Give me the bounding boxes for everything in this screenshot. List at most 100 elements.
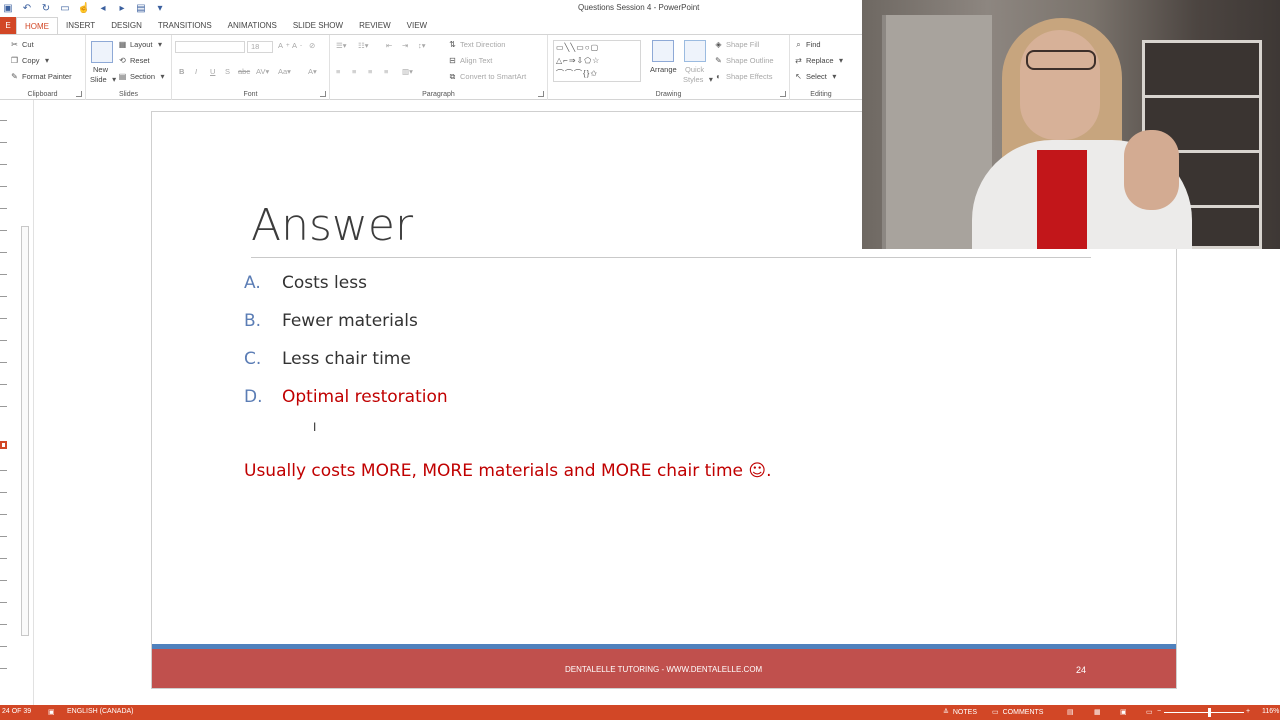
language-indicator[interactable]: ENGLISH (CANADA) <box>67 708 134 715</box>
decrease-indent-icon[interactable]: ⇤ <box>386 41 392 50</box>
thumbnail[interactable] <box>0 536 7 537</box>
thumbnail[interactable] <box>0 514 7 515</box>
answer-option-c[interactable]: C. Less chair time <box>244 349 411 369</box>
justify-icon[interactable]: ≡ <box>384 67 388 76</box>
notes-button[interactable]: ≙ NOTES <box>943 708 977 717</box>
align-center-icon[interactable]: ≡ <box>352 67 356 76</box>
answer-option-b[interactable]: B. Fewer materials <box>244 311 418 331</box>
quick-styles-icon[interactable] <box>684 40 706 62</box>
tab-transitions[interactable]: TRANSITIONS <box>150 17 220 34</box>
font-name-dropdown[interactable] <box>175 41 245 53</box>
tab-review[interactable]: REVIEW <box>351 17 399 34</box>
thumbnail[interactable] <box>0 580 7 581</box>
change-case-icon[interactable]: Aa▾ <box>278 67 291 76</box>
quick-styles-label-2[interactable]: Styles ▾ <box>683 75 715 84</box>
thumbnail[interactable] <box>0 646 7 647</box>
thumbnail[interactable] <box>0 230 7 231</box>
increase-indent-icon[interactable]: ⇥ <box>402 41 408 50</box>
thumbnail[interactable] <box>0 558 7 559</box>
footer-text[interactable]: DENTALELLE TUTORING - WWW.DENTALELLE.COM <box>565 665 762 674</box>
zoom-level[interactable]: 116% <box>1262 708 1279 715</box>
align-text-button[interactable]: ⊟ Align Text <box>448 56 492 65</box>
shrink-font-icon[interactable]: A- <box>292 41 302 50</box>
thumbnail[interactable] <box>0 208 7 209</box>
section-button[interactable]: ▤ Section ▾ <box>118 72 167 81</box>
align-left-icon[interactable]: ≡ <box>336 67 340 76</box>
format-painter-button[interactable]: ✎ Format Painter <box>10 72 71 81</box>
answer-option-d[interactable]: D. Optimal restoration <box>244 387 448 407</box>
tab-animations[interactable]: ANIMATIONS <box>220 17 285 34</box>
thumbnail[interactable] <box>0 318 7 319</box>
slide-sorter-icon[interactable]: ▦ <box>1094 708 1101 716</box>
thumbnail[interactable] <box>0 624 7 625</box>
new-slide-icon[interactable] <box>91 41 113 63</box>
grow-font-icon[interactable]: A + <box>278 41 290 50</box>
clear-formatting-icon[interactable]: ⊘ <box>309 41 315 50</box>
italic-icon[interactable]: I <box>195 67 197 76</box>
customize-qat-icon[interactable]: ▾ <box>154 3 166 15</box>
thumbnail[interactable] <box>0 164 7 165</box>
shape-fill-button[interactable]: ◈ Shape Fill <box>714 40 759 49</box>
new-slide-label-2[interactable]: Slide ▾ <box>90 75 119 84</box>
undo-icon[interactable]: ↶ <box>21 3 33 15</box>
thumbnail[interactable] <box>0 362 7 363</box>
layout-button[interactable]: ▦ Layout ▾ <box>118 40 165 49</box>
new-slide-label-1[interactable]: New <box>93 65 108 74</box>
slide-title[interactable]: Answer <box>251 200 413 251</box>
thumbnail[interactable] <box>0 142 7 143</box>
thumbnail-scrollbar[interactable] <box>21 226 29 636</box>
tab-view[interactable]: VIEW <box>399 17 435 34</box>
thumbnail[interactable] <box>0 120 7 121</box>
arrange-button[interactable]: Arrange <box>650 65 677 74</box>
bullets-icon[interactable]: ☰▾ <box>336 41 347 50</box>
tab-insert[interactable]: INSERT <box>58 17 103 34</box>
tab-file[interactable]: E <box>0 17 16 34</box>
text-direction-button[interactable]: ⇅ Text Direction <box>448 40 505 49</box>
answer-option-a[interactable]: A. Costs less <box>244 273 367 293</box>
arrange-icon[interactable] <box>652 40 674 62</box>
thumbnail[interactable] <box>0 668 7 669</box>
tab-slide-show[interactable]: SLIDE SHOW <box>285 17 351 34</box>
explanation-note[interactable]: Usually costs MORE, MORE materials and M… <box>244 461 772 481</box>
select-button[interactable]: ↖ Select ▾ <box>794 72 839 81</box>
slide-number[interactable]: 24 <box>1076 665 1086 675</box>
slideshow-view-icon[interactable]: ▭ <box>1146 708 1153 716</box>
zoom-in-icon[interactable]: + <box>1246 708 1250 715</box>
thumbnail[interactable] <box>0 384 7 385</box>
shadow-icon[interactable]: S <box>225 67 230 76</box>
thumbnail[interactable] <box>0 602 7 603</box>
touch-mode-icon[interactable]: ☝ <box>78 3 90 15</box>
line-spacing-icon[interactable]: ↕▾ <box>418 41 426 50</box>
record-icon[interactable]: ▸ <box>116 3 128 15</box>
thumbnail[interactable] <box>0 340 7 341</box>
thumbnail[interactable] <box>0 186 7 187</box>
spell-check-icon[interactable]: ▣ <box>48 708 55 716</box>
find-button[interactable]: ⌕ Find <box>794 40 820 49</box>
save-icon[interactable]: ▣ <box>2 3 14 15</box>
reset-button[interactable]: ⟲ Reset <box>118 56 149 65</box>
numbering-icon[interactable]: ☷▾ <box>358 41 369 50</box>
cut-button[interactable]: ✂ Cut <box>10 40 34 49</box>
tab-design[interactable]: DESIGN <box>103 17 150 34</box>
thumbnail[interactable] <box>0 274 7 275</box>
strikethrough-icon[interactable]: abc <box>238 67 250 76</box>
font-color-icon[interactable]: A▾ <box>308 67 317 76</box>
convert-smartart-button[interactable]: ⧉ Convert to SmartArt <box>448 72 527 81</box>
audio-icon[interactable]: ◂ <box>97 3 109 15</box>
shape-outline-button[interactable]: ✎ Shape Outline <box>714 56 773 65</box>
normal-view-icon[interactable]: ▤ <box>1067 708 1074 716</box>
thumbnail[interactable] <box>0 296 7 297</box>
start-from-beginning-icon[interactable]: ▭ <box>59 3 71 15</box>
tab-home[interactable]: HOME <box>16 17 58 34</box>
shapes-gallery[interactable]: ▭╲╲▭○▢ △⌐⇒⇩⬠☆ ⌒⌒⌒{}✩ <box>553 40 641 82</box>
thumbnail[interactable] <box>0 470 7 471</box>
underline-icon[interactable]: U <box>210 67 215 76</box>
font-launcher-icon[interactable] <box>320 91 326 97</box>
zoom-slider-thumb[interactable] <box>1208 708 1211 717</box>
char-spacing-icon[interactable]: AV▾ <box>256 67 269 76</box>
copy-button[interactable]: ❐ Copy ▾ <box>10 56 52 65</box>
zoom-out-icon[interactable]: − <box>1157 708 1161 715</box>
clipboard-launcher-icon[interactable] <box>76 91 82 97</box>
present-icon[interactable]: ▤ <box>135 3 147 15</box>
comments-button[interactable]: ▭ COMMENTS <box>992 708 1043 717</box>
